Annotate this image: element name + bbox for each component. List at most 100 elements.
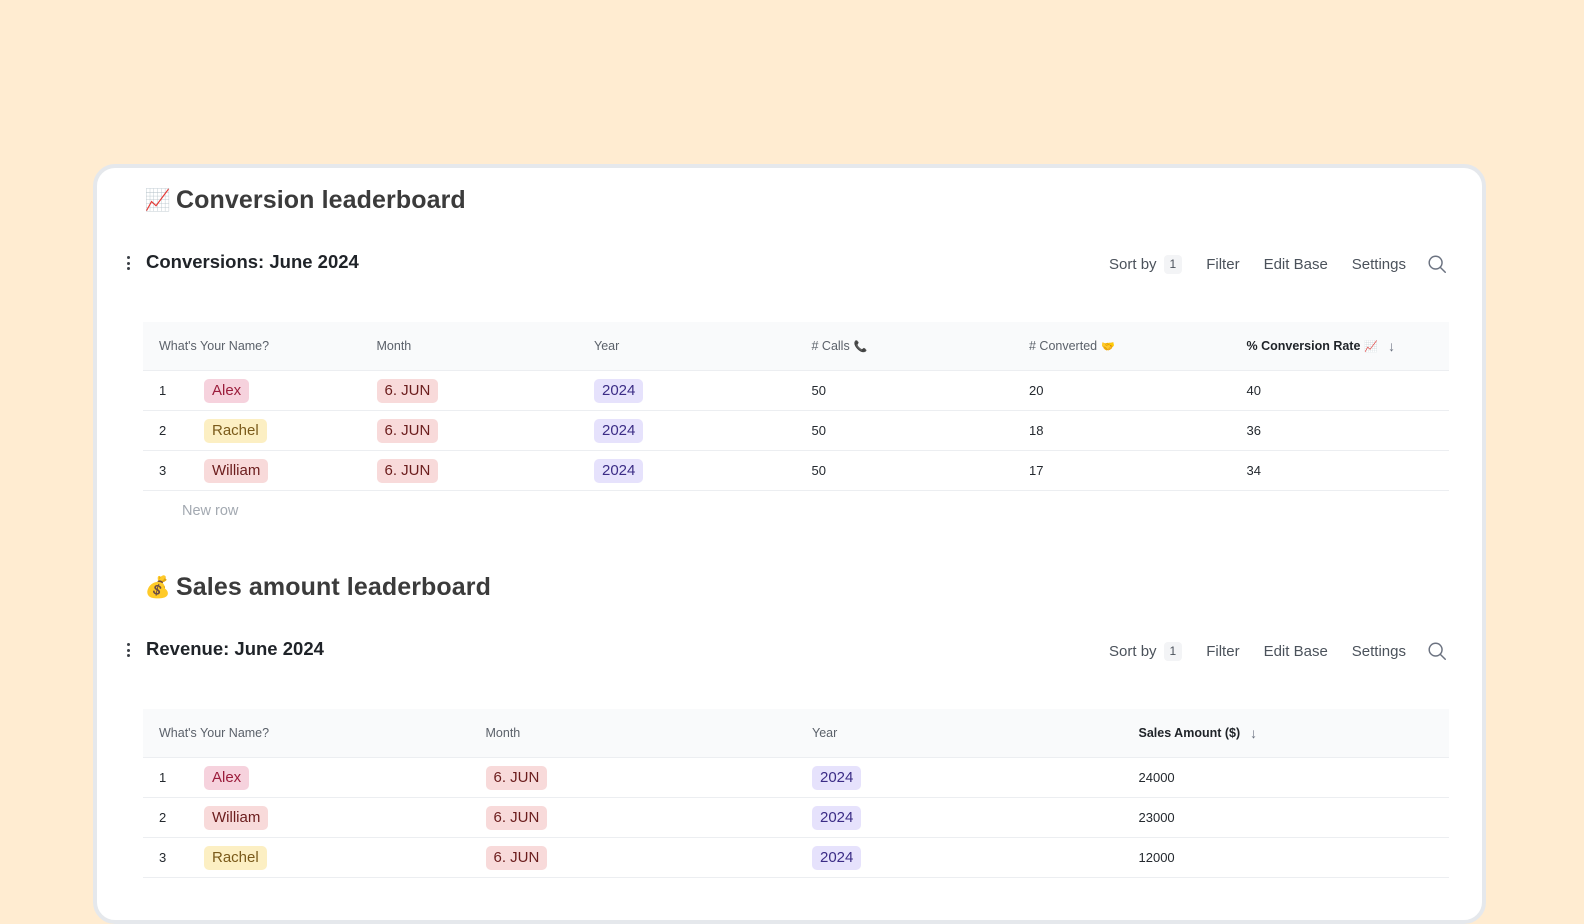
money-bag-icon: 💰 [144, 575, 172, 599]
edit-base-button[interactable]: Edit Base [1264, 256, 1328, 273]
month-tag: 6. JUN [485, 805, 548, 830]
column-label: Month [485, 726, 521, 740]
sort-button[interactable]: Sort by 1 [1109, 641, 1183, 661]
column-header-year[interactable]: Year [796, 726, 1123, 740]
year-cell[interactable]: 2024 [578, 418, 796, 443]
database-title[interactable]: Conversions: June 2024 [146, 251, 359, 273]
month-cell[interactable]: 6. JUN [361, 418, 579, 443]
settings-button[interactable]: Settings [1352, 643, 1406, 660]
more-options-icon[interactable] [124, 642, 132, 658]
year-cell[interactable]: 2024 [578, 458, 796, 483]
column-header-month[interactable]: Month [361, 339, 579, 353]
conversion-rate-cell[interactable]: 34 [1231, 463, 1449, 478]
year-cell[interactable]: 2024 [796, 805, 1123, 830]
sort-descending-icon[interactable]: ↓ [1250, 725, 1257, 741]
name-tag: William [204, 458, 269, 483]
sales-amount-cell[interactable]: 23000 [1123, 810, 1450, 825]
sort-button[interactable]: Sort by 1 [1109, 254, 1183, 274]
month-cell[interactable]: 6. JUN [470, 805, 797, 830]
sort-descending-icon[interactable]: ↓ [1388, 338, 1395, 354]
sales-leaderboard-heading: 💰 Sales amount leaderboard [144, 573, 491, 602]
telephone-icon: 📞 [853, 340, 868, 353]
column-label: Year [812, 726, 838, 740]
month-tag: 6. JUN [376, 378, 439, 403]
column-header-conversion-rate[interactable]: % Conversion Rate 📈 ↓ [1231, 338, 1449, 354]
year-cell[interactable]: 2024 [578, 378, 796, 403]
sort-count-badge: 1 [1163, 641, 1183, 661]
name-cell[interactable]: 2 William [143, 805, 470, 830]
column-header-calls[interactable]: # Calls 📞 [796, 339, 1014, 353]
calls-cell[interactable]: 50 [796, 463, 1014, 478]
table-row[interactable]: 3 Rachel 6. JUN 2024 12000 [143, 838, 1449, 878]
row-number: 2 [159, 810, 167, 825]
more-options-icon[interactable] [124, 255, 132, 271]
settings-button[interactable]: Settings [1352, 256, 1406, 273]
month-cell[interactable]: 6. JUN [361, 458, 579, 483]
row-number: 1 [159, 770, 167, 785]
month-tag: 6. JUN [485, 845, 548, 870]
name-cell[interactable]: 3 William [143, 458, 361, 483]
month-tag: 6. JUN [376, 418, 439, 443]
table-row[interactable]: 1 Alex 6. JUN 2024 50 20 40 [143, 371, 1449, 411]
calls-cell[interactable]: 50 [796, 423, 1014, 438]
column-header-month[interactable]: Month [470, 726, 797, 740]
name-cell[interactable]: 1 Alex [143, 765, 470, 790]
table-row[interactable]: 1 Alex 6. JUN 2024 24000 [143, 758, 1449, 798]
revenue-table: What's Your Name? Month Year Sales Amoun… [143, 709, 1449, 878]
month-cell[interactable]: 6. JUN [361, 378, 579, 403]
year-cell[interactable]: 2024 [796, 765, 1123, 790]
table-row[interactable]: 2 William 6. JUN 2024 23000 [143, 798, 1449, 838]
month-tag: 6. JUN [485, 765, 548, 790]
name-cell[interactable]: 1 Alex [143, 378, 361, 403]
year-cell[interactable]: 2024 [796, 845, 1123, 870]
new-row-button[interactable]: New row [143, 491, 1449, 531]
name-tag: Alex [204, 765, 250, 790]
month-tag: 6. JUN [376, 458, 439, 483]
name-tag: Rachel [204, 418, 267, 443]
filter-button[interactable]: Filter [1206, 256, 1239, 273]
column-header-name[interactable]: What's Your Name? [143, 726, 470, 740]
search-icon[interactable] [1426, 640, 1448, 662]
revenue-database-header: Revenue: June 2024 Sort by 1 Filter Edit… [97, 638, 1482, 668]
sales-amount-cell[interactable]: 24000 [1123, 770, 1450, 785]
column-label: Month [376, 339, 412, 353]
row-number: 2 [159, 423, 167, 438]
year-tag: 2024 [812, 805, 862, 830]
database-toolbar: Sort by 1 Filter Edit Base Settings [1109, 253, 1448, 275]
table-header: What's Your Name? Month Year # Calls 📞 #… [143, 322, 1449, 371]
chart-increasing-icon: 📈 [1364, 340, 1379, 353]
column-header-name[interactable]: What's Your Name? [143, 339, 361, 353]
sales-amount-cell[interactable]: 12000 [1123, 850, 1450, 865]
filter-button[interactable]: Filter [1206, 643, 1239, 660]
column-label: % Conversion Rate [1246, 339, 1361, 353]
edit-base-button[interactable]: Edit Base [1264, 643, 1328, 660]
column-label: What's Your Name? [159, 339, 270, 353]
column-label: What's Your Name? [159, 726, 270, 740]
table-row[interactable]: 3 William 6. JUN 2024 50 17 34 [143, 451, 1449, 491]
column-label: # Converted [1029, 339, 1098, 353]
heading-text: Conversion leaderboard [176, 186, 466, 214]
conversion-rate-cell[interactable]: 36 [1231, 423, 1449, 438]
table-row[interactable]: 2 Rachel 6. JUN 2024 50 18 36 [143, 411, 1449, 451]
search-icon[interactable] [1426, 253, 1448, 275]
year-tag: 2024 [594, 418, 644, 443]
calls-cell[interactable]: 50 [796, 383, 1014, 398]
month-cell[interactable]: 6. JUN [470, 765, 797, 790]
name-tag: William [204, 805, 269, 830]
database-title[interactable]: Revenue: June 2024 [146, 638, 324, 660]
column-header-converted[interactable]: # Converted 🤝 [1013, 339, 1231, 353]
converted-cell[interactable]: 18 [1013, 423, 1231, 438]
column-label: # Calls [811, 339, 850, 353]
name-cell[interactable]: 2 Rachel [143, 418, 361, 443]
column-header-sales-amount[interactable]: Sales Amount ($) ↓ [1123, 725, 1450, 741]
row-number: 1 [159, 383, 167, 398]
heading-text: Sales amount leaderboard [176, 573, 491, 601]
sort-label: Sort by [1109, 642, 1157, 660]
converted-cell[interactable]: 20 [1013, 383, 1231, 398]
month-cell[interactable]: 6. JUN [470, 845, 797, 870]
name-cell[interactable]: 3 Rachel [143, 845, 470, 870]
column-header-year[interactable]: Year [578, 339, 796, 353]
conversion-rate-cell[interactable]: 40 [1231, 383, 1449, 398]
converted-cell[interactable]: 17 [1013, 463, 1231, 478]
table-header: What's Your Name? Month Year Sales Amoun… [143, 709, 1449, 758]
